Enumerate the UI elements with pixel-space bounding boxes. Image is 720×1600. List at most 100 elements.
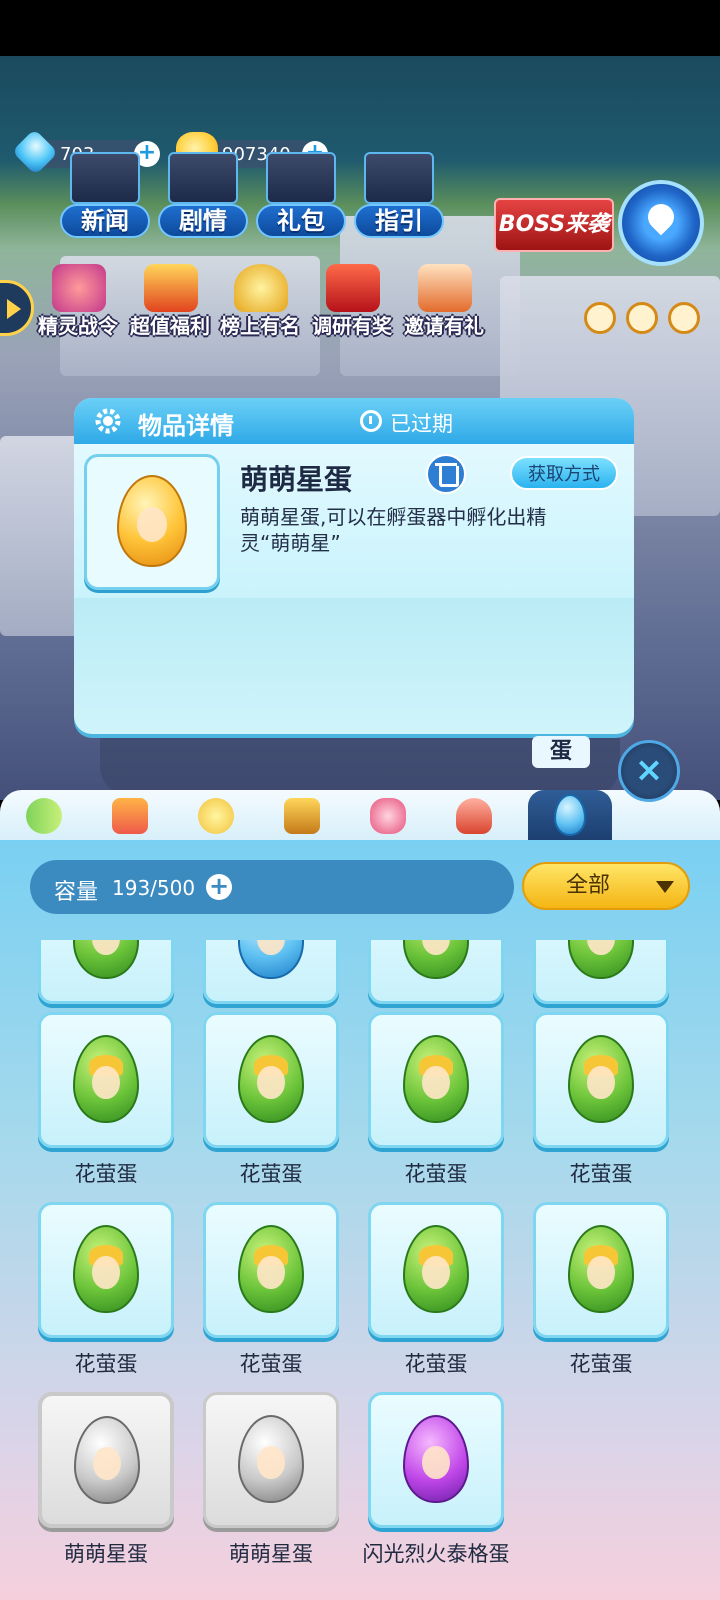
item-slot-label: 花萤蛋 — [569, 1352, 633, 1376]
tab-dress[interactable] — [364, 796, 412, 838]
obtain-method-button[interactable]: 获取方式 — [510, 456, 618, 490]
news-label: 新闻 — [60, 204, 150, 238]
item-slot[interactable] — [38, 1202, 174, 1338]
item-slot-label: 萌萌星蛋 — [64, 1542, 148, 1566]
expand-capacity-button[interactable]: + — [206, 874, 232, 900]
story-icon — [168, 152, 238, 204]
boss-event-button[interactable]: BOSS来袭 — [494, 198, 614, 252]
guide-label: 指引 — [354, 204, 444, 238]
item-slot[interactable] — [203, 1392, 339, 1528]
invite-label: 邀请有礼 — [404, 314, 484, 338]
flag-icon[interactable] — [668, 302, 700, 334]
spirit-pass-button[interactable]: 精灵战令 — [30, 262, 126, 338]
item-slot[interactable] — [533, 940, 669, 1004]
green-egg-image — [73, 940, 139, 979]
silver-egg-image — [74, 1416, 140, 1504]
green-egg-image — [403, 940, 469, 979]
item-slot[interactable] — [368, 1202, 504, 1338]
item-slot-label: 花萤蛋 — [404, 1352, 468, 1376]
item-slot[interactable] — [533, 1202, 669, 1338]
gift-box-icon — [144, 264, 198, 312]
item-slot-label: 花萤蛋 — [569, 1162, 633, 1186]
guide-icon — [364, 152, 434, 204]
gift-pack-button[interactable]: 礼包 — [256, 148, 346, 244]
item-slot-label: 花萤蛋 — [239, 1352, 303, 1376]
green-egg-image — [238, 1035, 304, 1123]
green-egg-image — [568, 1225, 634, 1313]
green-egg-image — [73, 1225, 139, 1313]
green-egg-image — [403, 1225, 469, 1313]
item-preview — [84, 454, 220, 590]
tab-egg[interactable] — [546, 794, 594, 838]
green-egg-image — [403, 1035, 469, 1123]
egg-tab-label: 蛋 — [532, 736, 590, 768]
item-description: 萌萌星蛋,可以在孵蛋器中孵化出精灵“萌萌星” — [240, 505, 547, 555]
trophy-icon — [234, 264, 288, 312]
item-name: 萌萌星蛋 — [240, 463, 353, 496]
item-slot[interactable] — [368, 940, 504, 1004]
expired-status: 已过期 — [390, 412, 453, 436]
green-egg-image — [73, 1035, 139, 1123]
item-grid: 鸣奏君蛋雪道格蛋花萤蛋花萤蛋花萤蛋花萤蛋花萤蛋花萤蛋花萤蛋花萤蛋花萤蛋花萤蛋萌萌… — [0, 940, 720, 1600]
item-slot[interactable] — [38, 1392, 174, 1528]
rocking-horse-icon — [456, 798, 492, 834]
trash-icon[interactable] — [426, 454, 466, 494]
item-slot-label: 花萤蛋 — [74, 1162, 138, 1186]
item-slot-label: 花萤蛋 — [74, 1352, 138, 1376]
purple-egg-image — [403, 1415, 469, 1503]
tab-rocking-horse[interactable] — [450, 796, 498, 838]
silver-egg-image — [238, 1415, 304, 1503]
close-button[interactable] — [618, 740, 680, 802]
item-slot[interactable] — [203, 1202, 339, 1338]
popup-header: 物品详情 已过期 — [74, 398, 634, 444]
capacity-label: 容量 — [54, 880, 99, 905]
no-sign-icon[interactable] — [584, 302, 616, 334]
capacity-value: 193/500 — [112, 876, 196, 900]
battery-icon — [26, 798, 62, 834]
tab-star-badge[interactable] — [278, 796, 326, 838]
item-slot-label: 花萤蛋 — [404, 1162, 468, 1186]
story-button[interactable]: 剧情 — [158, 148, 248, 244]
gift-pack-label: 礼包 — [256, 204, 346, 238]
survey-button[interactable]: 调研有奖 — [304, 262, 400, 338]
item-slot[interactable] — [203, 940, 339, 1004]
mask-icon[interactable] — [626, 302, 658, 334]
capacity-bar — [30, 860, 514, 914]
story-label: 剧情 — [158, 204, 248, 238]
tab-box[interactable] — [106, 796, 154, 838]
item-slot[interactable] — [38, 940, 174, 1004]
news-button[interactable]: 新闻 — [60, 148, 150, 244]
filter-dropdown[interactable]: 全部 — [522, 862, 690, 910]
item-detail-popup: 物品详情 已过期 萌萌星蛋 获取方式 萌萌星蛋,可以在孵蛋器中孵化出精灵“萌萌星… — [74, 398, 634, 734]
star-badge-icon — [284, 798, 320, 834]
egg-icon — [554, 794, 586, 836]
guide-button[interactable]: 指引 — [354, 148, 444, 244]
item-slot[interactable] — [203, 1012, 339, 1148]
tab-star-flower[interactable] — [192, 796, 240, 838]
filter-value: 全部 — [565, 873, 610, 898]
treasure-chest-icon — [326, 264, 380, 312]
item-slot[interactable] — [38, 1012, 174, 1148]
news-icon — [70, 152, 140, 204]
item-slot-label: 花萤蛋 — [239, 1162, 303, 1186]
green-egg-image — [568, 1035, 634, 1123]
star-flower-icon — [198, 798, 234, 834]
item-slot[interactable] — [368, 1392, 504, 1528]
item-slot[interactable] — [533, 1012, 669, 1148]
invite-button[interactable]: 邀请有礼 — [396, 262, 492, 338]
item-slot-label: 萌萌星蛋 — [229, 1542, 313, 1566]
value-welfare-button[interactable]: 超值福利 — [122, 262, 218, 338]
gift-pack-icon — [266, 152, 336, 204]
tab-battery[interactable] — [20, 796, 68, 838]
item-slot[interactable] — [368, 1012, 504, 1148]
leaderboard-button[interactable]: 榜上有名 — [212, 262, 308, 338]
envelope-icon — [418, 264, 472, 312]
gold-egg-image — [117, 475, 187, 567]
map-button[interactable] — [618, 180, 704, 266]
popup-title: 物品详情 — [138, 412, 234, 440]
gear-icon — [95, 408, 121, 434]
dress-icon — [370, 798, 406, 834]
blue-egg-image — [238, 940, 304, 979]
chevron-down-icon — [656, 881, 674, 893]
green-egg-image — [568, 940, 634, 979]
